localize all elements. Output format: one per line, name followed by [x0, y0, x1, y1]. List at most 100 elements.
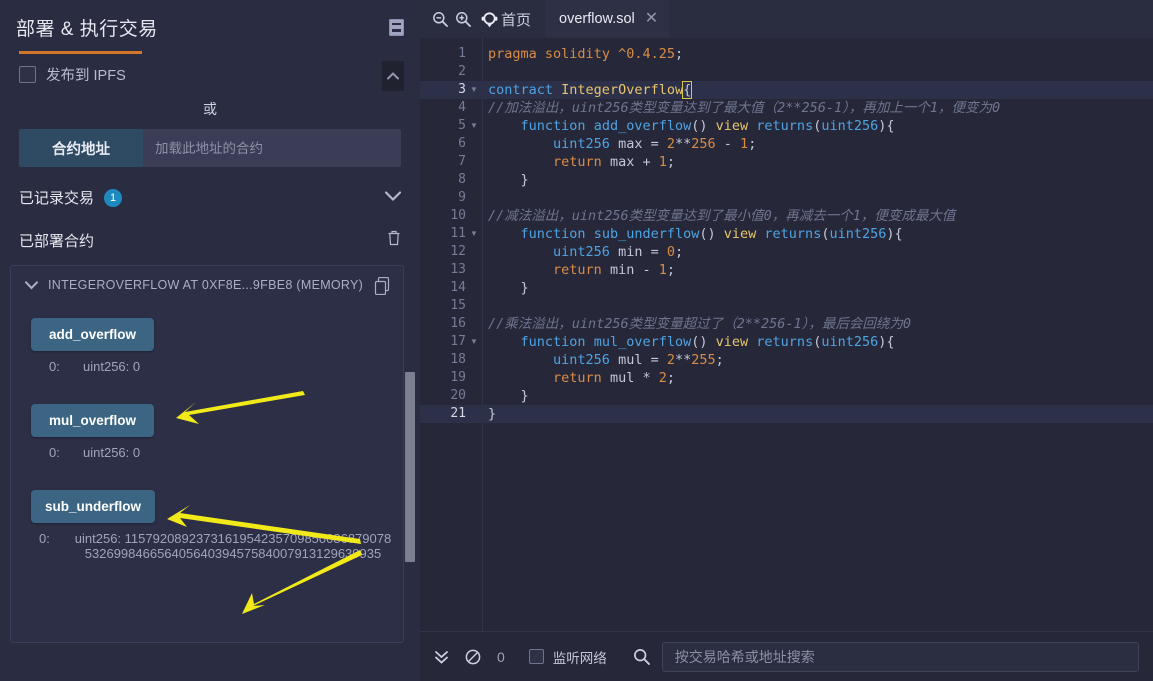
- fold-toggle-icon[interactable]: ▼: [470, 81, 478, 99]
- publish-ipfs-row[interactable]: 发布到 IPFS: [0, 54, 420, 85]
- remix-home-icon: [481, 11, 498, 28]
- close-icon[interactable]: ✕: [645, 11, 658, 27]
- code-line[interactable]: 10 //减法溢出，uint256类型变量达到了最小值0，再减去一个1，便变成最大…: [420, 207, 1153, 225]
- code-line[interactable]: 3 ▼ contract IntegerOverflow{: [420, 81, 1153, 99]
- code-line[interactable]: 4 //加法溢出，uint256类型变量达到了最大值（2**256-1），再加上一…: [420, 99, 1153, 117]
- call-button-mul-overflow[interactable]: mul_overflow: [31, 404, 154, 437]
- remix-ide-window: 部署 & 执行交易 发布到 IPFS 或 合约地址 已记录交易 1: [0, 0, 1153, 681]
- line-number: 7: [458, 154, 466, 169]
- line-number: 16: [450, 316, 466, 331]
- line-number: 6: [458, 136, 466, 151]
- listen-network-label: 监听网络: [552, 650, 607, 666]
- line-content: uint256 max = 2**256 - 1;: [553, 136, 757, 152]
- file-tab-overflow-sol[interactable]: overflow.sol ✕: [545, 0, 670, 38]
- code-editor[interactable]: 1 pragma solidity ^0.4.25; 2 3 ▼ contract Int…: [420, 38, 1153, 631]
- fold-toggle-icon[interactable]: ▼: [470, 333, 478, 351]
- function-block: add_overflow 0: uint256: 0: [21, 318, 393, 374]
- fold-toggle-icon[interactable]: ▼: [470, 225, 478, 243]
- trash-icon[interactable]: [387, 230, 401, 246]
- deployed-contract-card: INTEGEROVERFLOW AT 0XF8E...9FBE8 (MEMORY…: [10, 265, 404, 643]
- file-tab-label: overflow.sol: [559, 11, 635, 27]
- contract-address-label: INTEGEROVERFLOW AT 0XF8E...9FBE8 (MEMORY…: [48, 278, 364, 292]
- function-block: sub_underflow 0: uint256: 11579208923731…: [21, 490, 393, 561]
- line-number: 12: [450, 244, 466, 259]
- copy-icon[interactable]: [374, 277, 391, 295]
- code-line[interactable]: 11 ▼ function sub_underflow() view return…: [420, 225, 1153, 243]
- editor-tabbar: 首页 overflow.sol ✕: [420, 0, 1153, 38]
- line-content: return max + 1;: [553, 154, 675, 170]
- at-address-input[interactable]: [143, 129, 401, 167]
- home-tab[interactable]: 首页: [481, 9, 531, 30]
- code-line[interactable]: 21}: [420, 405, 1153, 423]
- line-number: 11: [450, 226, 466, 241]
- line-number: 8: [458, 172, 466, 187]
- code-line[interactable]: 16 //乘法溢出，uint256类型变量超过了（2**256-1），最后会回绕为…: [420, 315, 1153, 333]
- code-line[interactable]: 20 }: [420, 387, 1153, 405]
- line-content: pragma solidity ^0.4.25;: [488, 46, 684, 62]
- line-number: 4: [458, 100, 466, 115]
- zoom-out-icon[interactable]: [432, 11, 448, 27]
- panel-collapse-handle[interactable]: [382, 61, 404, 91]
- line-content: uint256 min = 0;: [553, 244, 684, 260]
- code-line[interactable]: 1 pragma solidity ^0.4.25;: [420, 45, 1153, 63]
- result-index: 0:: [39, 531, 50, 546]
- result-index: 0:: [49, 445, 60, 460]
- code-line[interactable]: 7 return max + 1;: [420, 153, 1153, 171]
- function-result: 0: uint256: 0: [21, 359, 393, 374]
- code-line[interactable]: 17 ▼ function mul_overflow() view returns…: [420, 333, 1153, 351]
- chevron-down-icon[interactable]: [25, 280, 38, 290]
- line-number: 13: [450, 262, 466, 277]
- line-number: 18: [450, 352, 466, 367]
- code-line[interactable]: 2: [420, 63, 1153, 81]
- code-line[interactable]: 13 return min - 1;: [420, 261, 1153, 279]
- terminal-search-input[interactable]: [661, 641, 1139, 672]
- publish-ipfs-checkbox[interactable]: [19, 66, 36, 83]
- call-button-sub-underflow[interactable]: sub_underflow: [31, 490, 156, 523]
- listen-network-row[interactable]: 监听网络: [528, 647, 607, 667]
- result-index: 0:: [49, 359, 60, 374]
- terminal-log-count: 0: [497, 648, 505, 665]
- code-line[interactable]: 12 uint256 min = 0;: [420, 243, 1153, 261]
- line-content: function sub_underflow() view returns(ui…: [520, 226, 903, 242]
- sidebar-scrollbar-track[interactable]: [405, 60, 415, 681]
- at-address-button[interactable]: 合约地址: [19, 129, 143, 167]
- line-number: 5: [458, 118, 466, 133]
- line-number: 3: [458, 82, 466, 97]
- code-line[interactable]: 15: [420, 297, 1153, 315]
- terminal-bar: 0 监听网络: [420, 631, 1153, 681]
- double-chevron-down-icon[interactable]: [434, 649, 449, 665]
- sidebar-scrollbar-thumb[interactable]: [405, 372, 415, 562]
- chevron-down-icon[interactable]: [385, 191, 401, 202]
- search-icon[interactable]: [633, 648, 650, 665]
- no-entry-icon[interactable]: [465, 649, 481, 665]
- contract-card-header[interactable]: INTEGEROVERFLOW AT 0XF8E...9FBE8 (MEMORY…: [21, 277, 393, 295]
- code-line[interactable]: 9: [420, 189, 1153, 207]
- zoom-in-icon[interactable]: [455, 11, 471, 27]
- line-number: 9: [458, 190, 466, 205]
- code-line[interactable]: 8 }: [420, 171, 1153, 189]
- or-separator-label: 或: [203, 101, 217, 117]
- code-line[interactable]: 14 }: [420, 279, 1153, 297]
- code-lines[interactable]: 1 pragma solidity ^0.4.25; 2 3 ▼ contract Int…: [420, 45, 1153, 423]
- editor-scrollbar[interactable]: [1141, 38, 1153, 631]
- line-number: 19: [450, 370, 466, 385]
- line-content: }: [520, 172, 529, 188]
- line-number: 17: [450, 334, 466, 349]
- line-content: return mul * 2;: [553, 370, 675, 386]
- editor-panel: 首页 overflow.sol ✕ 1 pragma solidity ^0.4.…: [420, 0, 1153, 681]
- fold-toggle-icon[interactable]: ▼: [470, 117, 478, 135]
- publish-ipfs-label: 发布到 IPFS: [46, 68, 126, 84]
- line-content: }: [520, 388, 529, 404]
- result-value: uint256: 1157920892373161954235709850086…: [74, 531, 392, 561]
- listen-network-checkbox[interactable]: [528, 649, 544, 664]
- call-button-add-overflow[interactable]: add_overflow: [31, 318, 154, 351]
- line-number: 21: [450, 406, 466, 421]
- code-line[interactable]: 5 ▼ function add_overflow() view returns(…: [420, 117, 1153, 135]
- editor-zoom-controls: 首页: [420, 9, 531, 30]
- recorded-transactions-header[interactable]: 已记录交易 1: [19, 187, 401, 208]
- code-line[interactable]: 6 uint256 max = 2**256 - 1;: [420, 135, 1153, 153]
- document-icon[interactable]: [389, 19, 404, 36]
- recorded-transactions-count-badge: 1: [104, 188, 123, 207]
- code-line[interactable]: 19 return mul * 2;: [420, 369, 1153, 387]
- code-line[interactable]: 18 uint256 mul = 2**255;: [420, 351, 1153, 369]
